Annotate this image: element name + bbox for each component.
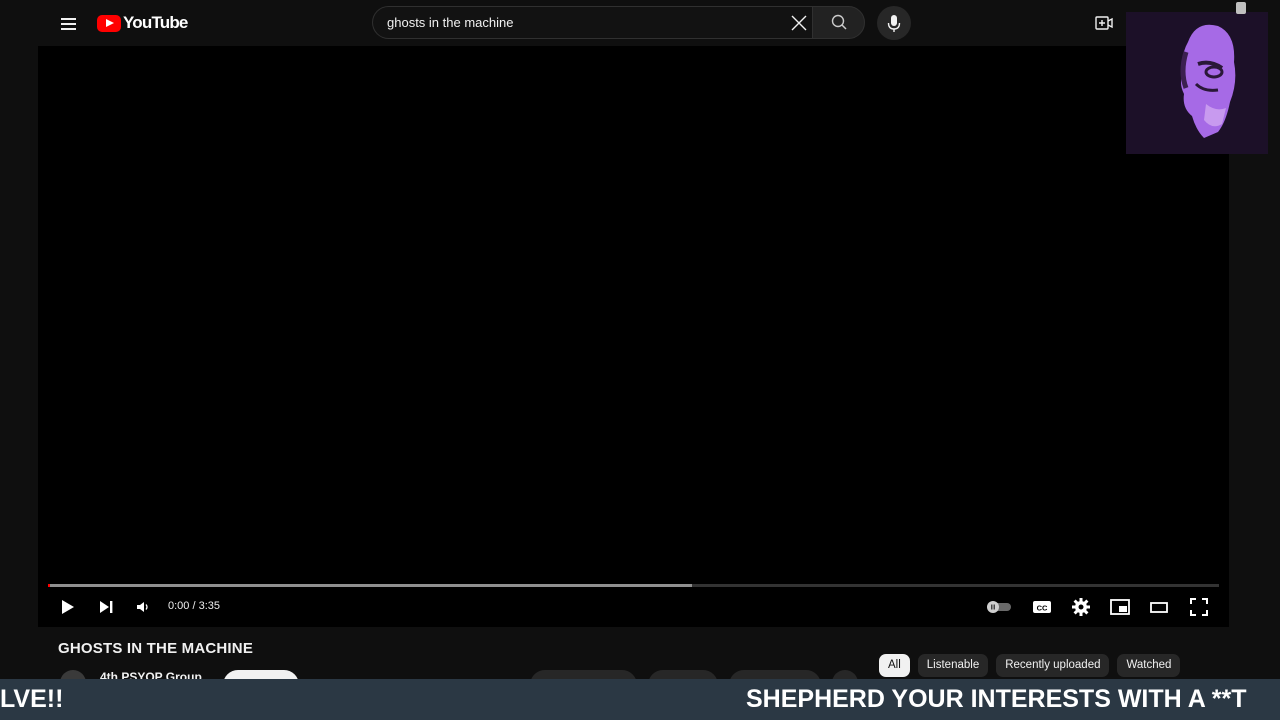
filter-chips: All Listenable Recently uploaded Watched — [879, 654, 1181, 677]
gear-icon — [1072, 598, 1090, 616]
search-input[interactable] — [387, 7, 777, 38]
chip-all[interactable]: All — [879, 654, 910, 677]
svg-text:CC: CC — [1037, 604, 1048, 613]
skip-next-icon — [100, 601, 113, 613]
autoplay-toggle[interactable] — [984, 594, 1014, 620]
autoplay-toggle-icon — [987, 601, 1011, 613]
create-button[interactable] — [1092, 11, 1116, 35]
masthead: YouTube — [0, 0, 1280, 46]
progress-bar[interactable] — [48, 584, 1219, 587]
chip-listenable[interactable]: Listenable — [917, 654, 989, 677]
clear-search-button[interactable] — [787, 11, 811, 35]
captions-icon: CC — [1033, 601, 1051, 613]
logo-text: YouTube — [123, 13, 188, 32]
miniplayer-icon — [1110, 599, 1130, 615]
fullscreen-button[interactable] — [1186, 594, 1212, 620]
theater-mode-button[interactable] — [1146, 594, 1172, 620]
chip-watched[interactable]: Watched — [1117, 654, 1181, 677]
search-button[interactable] — [812, 6, 865, 39]
mute-button[interactable] — [130, 594, 156, 620]
miniplayer-button[interactable] — [1107, 594, 1133, 620]
youtube-logo[interactable]: YouTube — [97, 13, 188, 33]
hamburger-icon-line — [61, 23, 76, 25]
play-button[interactable] — [54, 594, 80, 620]
time-display: 0:00 / 3:35 — [168, 600, 220, 612]
video-title: GHOSTS IN THE MACHINE — [58, 640, 254, 657]
menu-button[interactable] — [54, 9, 82, 37]
voice-search-button[interactable] — [877, 6, 911, 40]
youtube-play-icon — [97, 14, 121, 32]
chip-recently-uploaded[interactable]: Recently uploaded — [996, 654, 1110, 677]
played-bar — [48, 584, 50, 587]
buffered-bar — [48, 584, 693, 587]
stream-ticker: LVE!! SHEPHERD YOUR INTERESTS WITH A **T — [0, 679, 1280, 720]
captions-button[interactable]: CC — [1029, 594, 1055, 620]
notification-bell-icon[interactable] — [1236, 2, 1246, 14]
next-button[interactable] — [93, 594, 119, 620]
microphone-icon — [887, 15, 901, 32]
search-icon — [831, 14, 847, 30]
ticker-text-left: LVE!! — [0, 685, 64, 713]
play-icon — [62, 600, 74, 614]
streamer-webcam-image — [1126, 12, 1268, 154]
hamburger-icon-line — [61, 28, 76, 30]
channel-row: 4th PSYOP Group — [58, 666, 858, 680]
fullscreen-icon — [1190, 598, 1208, 616]
video-add-icon — [1095, 16, 1113, 30]
webcam-overlay — [1126, 12, 1268, 154]
close-icon — [791, 15, 807, 31]
ticker-text-right: SHEPHERD YOUR INTERESTS WITH A **T — [746, 685, 1247, 713]
volume-icon — [137, 602, 148, 612]
settings-button[interactable] — [1068, 594, 1094, 620]
video-player[interactable]: 0:00 / 3:35 CC — [38, 46, 1229, 627]
search-box — [372, 6, 812, 39]
theater-mode-icon — [1150, 602, 1168, 613]
hamburger-icon — [61, 18, 76, 20]
